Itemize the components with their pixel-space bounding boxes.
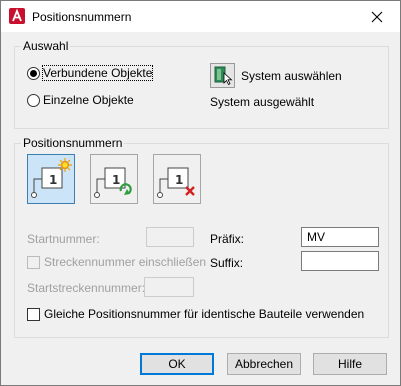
svg-text:1: 1 <box>49 173 57 187</box>
identical-checkbox-row[interactable]: Gleiche Positionsnummer für identische B… <box>27 307 364 321</box>
add-balloon-button[interactable]: 1 <box>27 154 75 204</box>
svg-text:1: 1 <box>112 173 120 187</box>
suffix-input[interactable] <box>301 251 379 271</box>
positionsnummern-legend: Positionsnummern <box>23 136 123 150</box>
renumber-balloon-button[interactable]: 1 <box>90 154 138 204</box>
strecken-checkbox-label[interactable]: Streckennummer einschließen <box>44 255 206 269</box>
balloon-renumber-icon: 1 <box>94 167 132 198</box>
ok-button[interactable]: OK <box>140 353 214 375</box>
balloon-delete-icon: 1 <box>157 167 195 198</box>
balloon-add-icon: 1 <box>31 158 72 198</box>
title-bar[interactable]: Positionsnummern <box>1 1 400 32</box>
help-button[interactable]: Hilfe <box>313 353 387 375</box>
radio-connected-label[interactable]: Verbundene Objekte <box>41 65 154 81</box>
autocad-app-icon <box>9 8 25 24</box>
identical-checkbox-label[interactable]: Gleiche Positionsnummer für identische B… <box>44 307 364 321</box>
startstrecken-label: Startstreckennummer: <box>27 281 146 295</box>
radio-connected-objects[interactable]: Verbundene Objekte <box>27 65 154 81</box>
delete-balloon-button[interactable]: 1 <box>153 154 201 204</box>
strecken-checkbox[interactable] <box>27 255 40 269</box>
startstrecken-input[interactable] <box>144 277 194 297</box>
radio-single-indicator[interactable] <box>27 93 40 107</box>
suffix-label: Suffix: <box>210 256 244 270</box>
window-title: Positionsnummern <box>32 10 132 24</box>
select-system-icon <box>214 66 233 86</box>
dialog-window: Positionsnummern Auswahl Verbundene Obje… <box>0 0 401 386</box>
select-system-label[interactable]: System auswählen <box>241 69 342 83</box>
radio-connected-indicator[interactable] <box>27 66 40 80</box>
select-system-button[interactable] <box>210 63 235 88</box>
radio-single-label[interactable]: Einzelne Objekte <box>43 93 134 107</box>
close-button[interactable] <box>354 1 400 32</box>
svg-text:1: 1 <box>175 173 183 187</box>
startnummer-label: Startnummer: <box>27 232 100 246</box>
cancel-button[interactable]: Abbrechen <box>227 353 301 375</box>
strecken-checkbox-row[interactable]: Streckennummer einschließen <box>27 255 206 269</box>
radio-single-objects[interactable]: Einzelne Objekte <box>27 93 134 107</box>
close-icon <box>371 11 383 22</box>
startnummer-input[interactable] <box>146 227 194 247</box>
praefix-input[interactable]: MV <box>301 227 379 247</box>
identical-checkbox[interactable] <box>27 307 40 321</box>
auswahl-group: Auswahl <box>14 39 389 129</box>
praefix-label: Präfix: <box>210 232 245 246</box>
auswahl-legend: Auswahl <box>23 39 69 53</box>
system-status-text: System ausgewählt <box>210 95 315 109</box>
